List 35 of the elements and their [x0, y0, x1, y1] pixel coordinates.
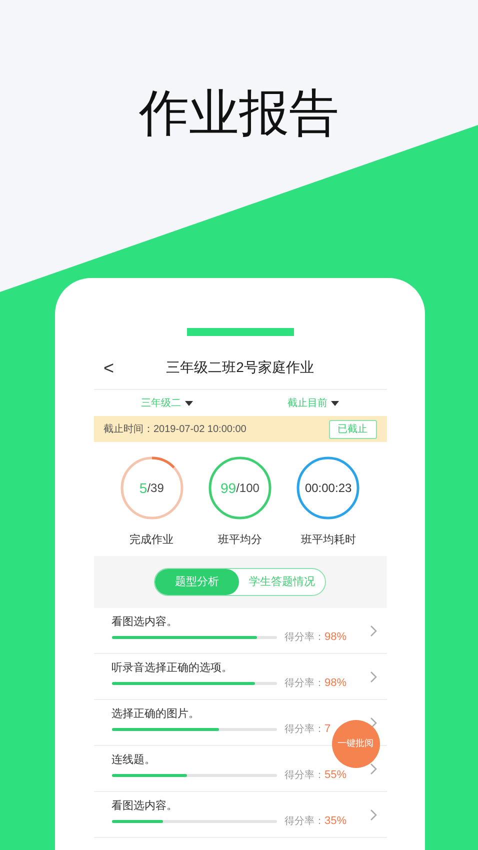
score-value: 98%	[324, 630, 347, 646]
score-value: 7	[324, 722, 331, 738]
chevron-right-icon	[370, 762, 376, 774]
score-value: 55%	[324, 768, 347, 784]
score-label: 得分率：	[284, 768, 324, 783]
status-tag: 已截止	[328, 420, 376, 438]
stat-value: 5	[139, 480, 148, 495]
score-value: 98%	[324, 676, 347, 692]
question-title: 听录音选择正确的选项。	[112, 661, 234, 676]
score-label: 得分率：	[284, 814, 324, 829]
chevron-right-icon	[370, 624, 376, 636]
stat-label: 完成作业	[130, 532, 174, 548]
deadline-text: 截止时间：2019-07-02 10:00:00	[104, 422, 246, 436]
chevron-right-icon	[370, 808, 376, 820]
question-title: 看图选内容。	[112, 799, 178, 814]
page-title: 三年级二班2号家庭作业	[166, 358, 314, 377]
question-title: 选择正确的图片。	[112, 707, 200, 722]
stat-label: 班平均分	[218, 532, 262, 548]
question-title: 看图选内容。	[112, 615, 178, 630]
score-value: 35%	[324, 814, 347, 830]
stat-value: 99	[220, 480, 236, 495]
stat-total: /100	[236, 482, 260, 494]
chevron-right-icon	[370, 670, 376, 682]
stat-total: /39	[147, 482, 164, 494]
score-label: 得分率：	[284, 676, 324, 691]
question-title: 连线题。	[112, 753, 156, 768]
caret-icon	[184, 400, 193, 406]
headline: 作业报告	[139, 88, 339, 143]
back-button[interactable]: <	[104, 358, 114, 376]
chevron-right-icon	[370, 716, 376, 728]
score-label: 得分率：	[284, 630, 324, 645]
caret-icon	[331, 400, 340, 406]
stat-label: 班平均耗时	[300, 532, 356, 548]
score-label: 得分率：	[284, 722, 324, 737]
stat-value: 00:00:23	[304, 482, 352, 494]
